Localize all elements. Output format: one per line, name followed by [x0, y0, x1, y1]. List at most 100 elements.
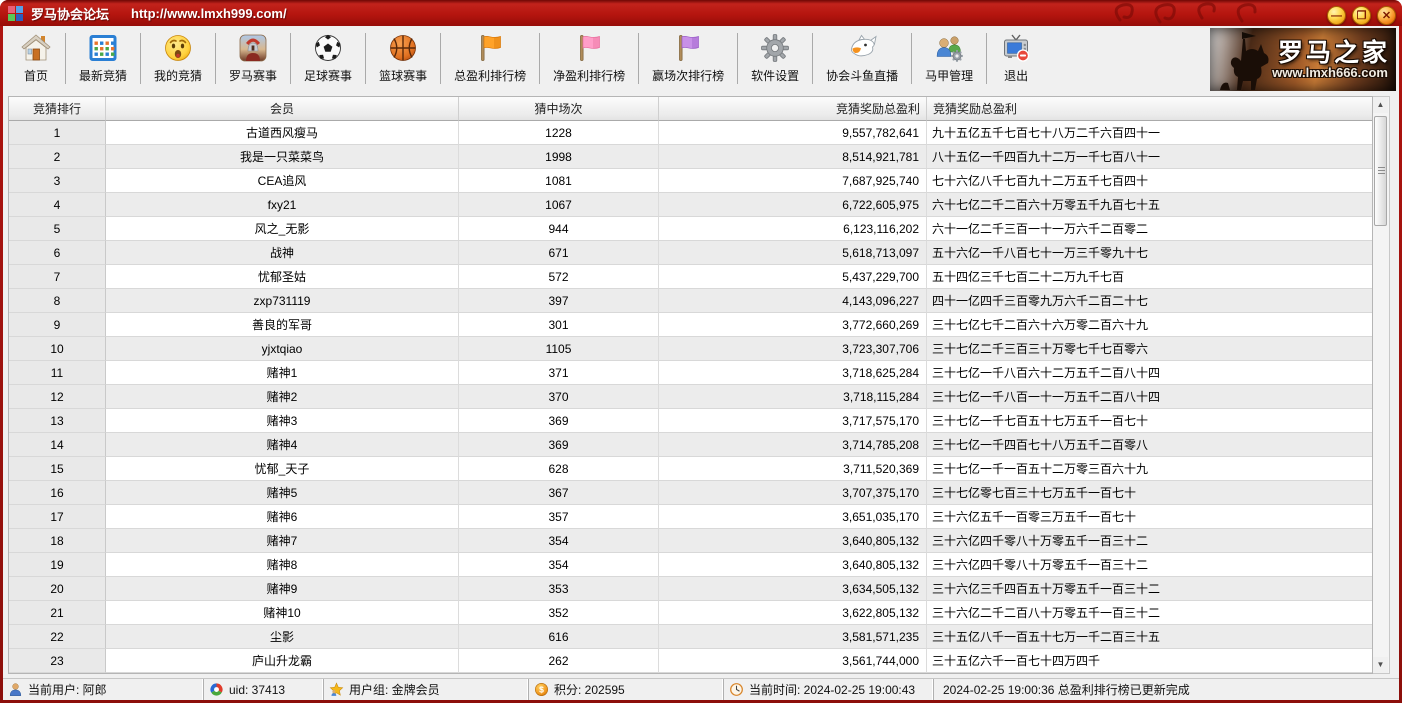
table-row[interactable]: 15忧郁_天子6283,711,520,369三十七亿一千一百五十二万零三百六十…	[9, 457, 1372, 481]
toolbar: 首页 最新竞猜	[3, 26, 1399, 93]
toolbar-button-exit[interactable]: 退出	[987, 26, 1045, 93]
table-row[interactable]: 3CEA追风10817,687,925,740七十六亿八千七百九十二万五千七百四…	[9, 169, 1372, 193]
star-user-icon	[329, 682, 344, 697]
toolbar-label: 罗马赛事	[229, 67, 277, 84]
scroll-thumb[interactable]	[1374, 116, 1387, 226]
column-header-total-profit[interactable]: 竞猜奖励总盈利	[659, 97, 927, 121]
table-row[interactable]: 16赌神53673,707,375,170三十七亿零七百三十七万五千一百七十	[9, 481, 1372, 505]
column-header-member[interactable]: 会员	[106, 97, 459, 121]
toolbar-button-roma-events[interactable]: 罗马赛事	[216, 26, 290, 93]
table-row[interactable]: 22尘影6163,581,571,235三十五亿八千一百五十七万一千二百三十五	[9, 625, 1372, 649]
tv-exit-icon	[1000, 31, 1032, 65]
table-row[interactable]: 4fxy2110676,722,605,975六十七亿二千二百六十万零五千九百七…	[9, 193, 1372, 217]
cell-member: 风之_无影	[106, 217, 459, 241]
table-row[interactable]: 23庐山升龙霸2623,561,744,000三十五亿六千一百七十四万四千	[9, 649, 1372, 673]
cell-total-chinese: 三十六亿二千二百八十万零五千一百三十二	[927, 601, 1372, 625]
maximize-button[interactable]: ❐	[1352, 6, 1371, 25]
table-row[interactable]: 6战神6715,618,713,097五十六亿一千八百七十一万三千零九十七	[9, 241, 1372, 265]
toolbar-button-net-profit-ranking[interactable]: 净盈利排行榜	[540, 26, 638, 93]
status-update-message: 2024-02-25 19:00:36 总盈利排行榜已更新完成	[933, 679, 1399, 700]
table-row[interactable]: 10yjxtqiao11053,723,307,706三十七亿二千三百三十万零七…	[9, 337, 1372, 361]
column-header-hits[interactable]: 猜中场次	[459, 97, 659, 121]
toolbar-button-vest-management[interactable]: 马甲管理	[912, 26, 986, 93]
table-row[interactable]: 13赌神33693,717,575,170三十七亿一千七百五十七万五千一百七十	[9, 409, 1372, 433]
clock-icon	[729, 682, 744, 697]
table-row[interactable]: 19赌神83543,640,805,132三十六亿四千零八十万零五千一百三十二	[9, 553, 1372, 577]
window-title: 罗马协会论坛	[31, 4, 109, 23]
column-header-rank[interactable]: 竞猜排行	[9, 97, 106, 121]
cell-rank: 7	[9, 265, 106, 289]
cell-rank: 22	[9, 625, 106, 649]
table-row[interactable]: 14赌神43693,714,785,208三十七亿一千四百七十八万五千二百零八	[9, 433, 1372, 457]
cell-rank: 19	[9, 553, 106, 577]
cell-total-number: 7,687,925,740	[659, 169, 927, 193]
cell-total-number: 9,557,782,641	[659, 121, 927, 145]
cell-rank: 9	[9, 313, 106, 337]
table-row[interactable]: 11赌神13713,718,625,284三十七亿一千八百六十二万五千二百八十四	[9, 361, 1372, 385]
table-row[interactable]: 5风之_无影9446,123,116,202六十一亿二千三百一十一万六千二百零二	[9, 217, 1372, 241]
cell-total-number: 3,718,625,284	[659, 361, 927, 385]
cell-hits: 944	[459, 217, 659, 241]
cell-rank: 3	[9, 169, 106, 193]
table-row[interactable]: 21赌神103523,622,805,132三十六亿二千二百八十万零五千一百三十…	[9, 601, 1372, 625]
cell-hits: 354	[459, 529, 659, 553]
status-text: 积分: 202595	[554, 681, 625, 698]
minimize-button[interactable]: —	[1327, 6, 1346, 25]
titlebar-flourish	[1102, 0, 1282, 26]
cell-total-chinese: 五十六亿一千八百七十一万三千零九十七	[927, 241, 1372, 265]
orange-flag-icon	[474, 31, 506, 65]
basketball-icon	[387, 31, 419, 65]
cell-total-number: 3,581,571,235	[659, 625, 927, 649]
toolbar-button-douyu-live[interactable]: 协会斗鱼直播	[813, 26, 911, 93]
cell-total-chinese: 三十七亿一千七百五十七万五千一百七十	[927, 409, 1372, 433]
toolbar-button-basketball-events[interactable]: 篮球赛事	[366, 26, 440, 93]
cell-hits: 369	[459, 409, 659, 433]
scroll-up-button[interactable]: ▲	[1373, 97, 1388, 113]
cell-total-number: 3,717,575,170	[659, 409, 927, 433]
cell-hits: 301	[459, 313, 659, 337]
cell-total-number: 3,711,520,369	[659, 457, 927, 481]
cell-rank: 21	[9, 601, 106, 625]
toolbar-button-latest-bets[interactable]: 最新竞猜	[66, 26, 140, 93]
vertical-scrollbar[interactable]: ▲ ▼	[1373, 96, 1390, 674]
user-icon	[8, 682, 23, 697]
cell-total-chinese: 三十七亿一千四百七十八万五千二百零八	[927, 433, 1372, 457]
cell-member: fxy21	[106, 193, 459, 217]
cell-total-chinese: 三十六亿四千零八十万零五千一百三十二	[927, 529, 1372, 553]
cell-rank: 20	[9, 577, 106, 601]
cell-total-number: 3,561,744,000	[659, 649, 927, 673]
toolbar-button-total-profit-ranking[interactable]: 总盈利排行榜	[441, 26, 539, 93]
table-row[interactable]: 8zxp7311193974,143,096,227四十一亿四千三百零九万六千二…	[9, 289, 1372, 313]
column-header-total-profit-chinese[interactable]: 竞猜奖励总盈利	[927, 97, 1372, 121]
table-row[interactable]: 2我是一只菜菜鸟19988,514,921,781八十五亿一千四百九十二万一千七…	[9, 145, 1372, 169]
cell-total-number: 3,640,805,132	[659, 553, 927, 577]
table-row[interactable]: 20赌神93533,634,505,132三十六亿三千四百五十万零五千一百三十二	[9, 577, 1372, 601]
cell-hits: 370	[459, 385, 659, 409]
cell-total-number: 3,714,785,208	[659, 433, 927, 457]
table-row[interactable]: 12赌神23703,718,115,284三十七亿一千八百一十一万五千二百八十四	[9, 385, 1372, 409]
status-current-time: 当前时间: 2024-02-25 19:00:43	[723, 679, 933, 700]
toolbar-button-home[interactable]: 首页	[7, 26, 65, 93]
scroll-down-button[interactable]: ▼	[1373, 657, 1388, 673]
status-text: 2024-02-25 19:00:36 总盈利排行榜已更新完成	[943, 681, 1190, 698]
table-row[interactable]: 1古道西风瘦马12289,557,782,641九十五亿五千七百七十八万二千六百…	[9, 121, 1372, 145]
table-body: 1古道西风瘦马12289,557,782,641九十五亿五千七百七十八万二千六百…	[9, 121, 1372, 673]
roma-home-banner[interactable]: 罗马之家 www.lmxh666.com	[1210, 28, 1396, 91]
toolbar-button-wins-ranking[interactable]: 赢场次排行榜	[639, 26, 737, 93]
table-row[interactable]: 9善良的军哥3013,772,660,269三十七亿七千二百六十六万零二百六十九	[9, 313, 1372, 337]
cell-member: 忧郁_天子	[106, 457, 459, 481]
cell-total-chinese: 三十七亿一千八百六十二万五千二百八十四	[927, 361, 1372, 385]
statusbar: 当前用户: 阿郎 uid: 37413 用户组: 金牌会员	[3, 678, 1399, 700]
titlebar[interactable]: 罗马协会论坛 http://www.lmxh999.com/ — ❐ ✕	[0, 0, 1402, 26]
toolbar-button-my-bets[interactable]: 我的竞猜	[141, 26, 215, 93]
table-row[interactable]: 17赌神63573,651,035,170三十六亿五千一百零三万五千一百七十	[9, 505, 1372, 529]
table-row[interactable]: 18赌神73543,640,805,132三十六亿四千零八十万零五千一百三十二	[9, 529, 1372, 553]
toolbar-button-football-events[interactable]: 足球赛事	[291, 26, 365, 93]
cell-member: 我是一只菜菜鸟	[106, 145, 459, 169]
toolbar-button-settings[interactable]: 软件设置	[738, 26, 812, 93]
cell-member: 善良的军哥	[106, 313, 459, 337]
cell-rank: 11	[9, 361, 106, 385]
cell-total-number: 8,514,921,781	[659, 145, 927, 169]
table-row[interactable]: 7忧郁圣姑5725,437,229,700五十四亿三千七百二十二万九千七百	[9, 265, 1372, 289]
close-button[interactable]: ✕	[1377, 6, 1396, 25]
